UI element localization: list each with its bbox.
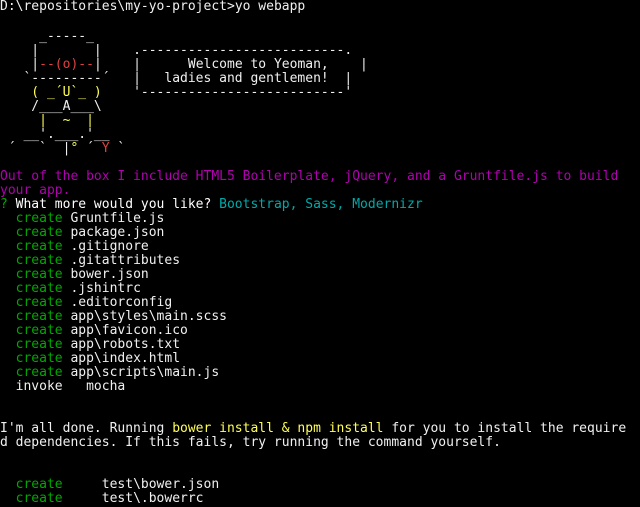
create-tag: create [15, 253, 63, 268]
done-message-line-2: d dependencies. If this fails, try runni… [0, 436, 501, 450]
file-list-item: create .jshintrc [0, 282, 141, 296]
yeoman-legs-left: ´ ` | [0, 141, 71, 156]
create-tag: create [15, 225, 63, 240]
prompt-command: yo webapp [234, 0, 306, 14]
question-mark-icon: ? [0, 197, 8, 212]
intro-line-1: Out of the box I include HTML5 Boilerpla… [0, 170, 618, 184]
speech-bubble-top: .--------------------------. [133, 43, 353, 58]
file-list-item: create app\scripts\main.js [0, 365, 220, 380]
yeoman-head-left: | [0, 57, 40, 72]
yeoman-art-line-4: `---------´ | ladies and gentlemen! | [0, 72, 352, 86]
yeoman-art-line-7: | ~ | [0, 114, 94, 128]
yeoman-legs-degree: ° [70, 141, 87, 156]
yeoman-art-line-6: /___A___\ [0, 99, 102, 114]
yeoman-art-line-1: _-----_ [0, 30, 94, 44]
file-path: test\bower.json [101, 477, 220, 492]
create-tag: create [15, 491, 63, 506]
yeoman-arms: __'.___.'__ [0, 127, 110, 142]
yeoman-art-line-5: ( _´U`_ ) '--------------------------' [0, 86, 352, 100]
file-path: .gitattributes [70, 253, 181, 268]
yeoman-legs-right: ` [109, 141, 126, 156]
intro-text-1: Out of the box I include HTML5 Boilerpla… [0, 169, 619, 184]
create-tag: create [15, 323, 63, 338]
done-message-prefix: I'm all done. Running [0, 421, 173, 436]
yeoman-legs-mid: ´ [86, 141, 102, 156]
yeoman-art-line-3: |--(o)--| | Welcome to Yeoman, | [0, 58, 368, 72]
create-tag: create [15, 477, 63, 492]
file-list-item: create test\bower.json [0, 477, 220, 492]
yeoman-head-right: | [93, 57, 134, 72]
file-list-item: create bower.json [0, 268, 149, 282]
command-line: D:\repositories\my-yo-project>yo webapp [0, 0, 305, 14]
file-path: .jshintrc [70, 281, 141, 296]
yeoman-head-top: | | [0, 43, 134, 58]
yeoman-art-line-8: __'.___.'__ [0, 127, 110, 142]
yeoman-head-bottom: `---------´ [0, 71, 134, 86]
yeoman-body: /___A___\ [0, 99, 102, 114]
create-tag: create [15, 211, 63, 226]
file-list-item: create app\index.html [0, 352, 180, 366]
file-path: bower.json [70, 267, 149, 282]
create-tag: create [15, 267, 63, 282]
create-tag: create [15, 281, 63, 296]
invoke-tag: invoke [15, 379, 63, 394]
prompt-path: D:\repositories\my-yo-project> [0, 0, 235, 14]
question-answer: Bootstrap, Sass, Modernizr [219, 197, 423, 212]
create-tag: create [15, 309, 63, 324]
file-list-item: create app\styles\main.scss [0, 310, 227, 324]
question-text: What more would you like? [7, 197, 220, 212]
file-path: .editorconfig [70, 295, 173, 310]
create-tag: create [15, 295, 63, 310]
file-path: app\scripts\main.js [70, 365, 220, 380]
file-path: app\index.html [70, 351, 181, 366]
intro-text-2: your app. [0, 183, 71, 198]
invoke-line: invoke mocha [0, 379, 126, 394]
speech-bubble-greeting: | ladies and gentlemen! | [133, 71, 353, 86]
yeoman-hat: _-----_ [0, 29, 94, 44]
invoke-target: mocha [86, 379, 126, 394]
create-tag: create [15, 365, 63, 380]
yeoman-art-line-2: | | .--------------------------. [0, 44, 352, 58]
file-path: Gruntfile.js [70, 211, 165, 226]
speech-bubble-bottom: '--------------------------' [133, 85, 353, 100]
yeoman-torso: | ~ | [0, 113, 94, 128]
file-path: .gitignore [70, 239, 149, 254]
create-tag: create [15, 351, 63, 366]
create-tag: create [15, 239, 63, 254]
file-list-item: create app\robots.txt [0, 338, 180, 352]
file-list-item: create .gitattributes [0, 254, 180, 268]
file-list-item: create app\favicon.ico [0, 324, 188, 338]
file-list-item: create package.json [0, 225, 165, 240]
file-list-item: create .editorconfig [0, 295, 173, 310]
intro-line-2: your app. [0, 184, 70, 198]
file-path: app\robots.txt [70, 337, 181, 352]
file-list-item: create test\.bowerrc [0, 492, 204, 506]
file-path: app\styles\main.scss [70, 309, 227, 324]
file-path: app\favicon.ico [70, 323, 188, 338]
done-message-line-1: I'm all done. Running bower install & np… [0, 422, 626, 436]
yeoman-face: ( _´U`_ ) [0, 85, 134, 100]
done-message-suffix: for you to install the require [383, 421, 627, 436]
file-list-item: create Gruntfile.js [0, 211, 165, 226]
yeoman-logo-y: Y [101, 141, 110, 156]
yeoman-art-line-9: ´ ` |° ´ Y ` [0, 142, 125, 156]
file-list-item: create .gitignore [0, 240, 149, 254]
terminal-window[interactable]: D:\repositories\my-yo-project>yo webapp … [0, 0, 640, 507]
speech-bubble-welcome: | Welcome to Yeoman, | [133, 57, 368, 72]
file-path: package.json [70, 225, 165, 240]
yeoman-eyes: --(o)-- [39, 57, 94, 72]
question-line: ? What more would you like? Bootstrap, S… [0, 198, 423, 212]
file-path: test\.bowerrc [101, 491, 204, 506]
install-command: bower install & npm install [172, 421, 384, 436]
done-message-continuation: d dependencies. If this fails, try runni… [0, 435, 501, 450]
create-tag: create [15, 337, 63, 352]
